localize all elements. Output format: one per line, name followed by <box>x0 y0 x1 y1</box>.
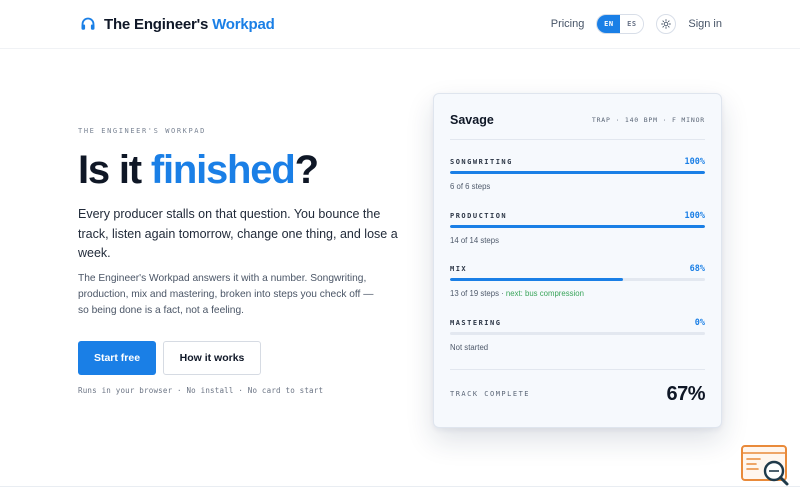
language-toggle: EN ES <box>596 14 645 34</box>
hero-title-suffix: ? <box>294 148 319 192</box>
section-steps: Not started <box>450 343 705 352</box>
search-code-icon <box>741 445 789 486</box>
section-label: MIX <box>450 265 468 273</box>
signin-link[interactable]: Sign in <box>688 18 722 30</box>
theme-toggle-button[interactable] <box>656 14 677 34</box>
lang-en-button[interactable]: EN <box>597 15 621 33</box>
brand-name: The Engineer's Workpad <box>104 16 275 33</box>
page-divider <box>0 486 800 487</box>
track-progress-card: Savage TRAP · 140 BPM · F MINOR SONGWRIT… <box>433 93 722 428</box>
hero-title-accent: finished <box>150 148 296 192</box>
header-nav: Pricing EN ES Sign in <box>551 14 722 34</box>
pricing-link[interactable]: Pricing <box>551 18 585 30</box>
track-meta: TRAP · 140 BPM · F MINOR <box>591 116 705 124</box>
start-free-button[interactable]: Start free <box>78 341 156 375</box>
card-divider <box>450 369 705 370</box>
progress-bar <box>450 278 705 281</box>
section-steps: 13 of 19 steps · next: bus compression <box>450 289 705 298</box>
section-percent: 0% <box>694 318 705 328</box>
hero-lead: Every producer stalls on that question. … <box>78 207 398 260</box>
lang-es-button[interactable]: ES <box>620 15 644 33</box>
track-total: TRACK COMPLETE 67% <box>450 382 705 406</box>
hero-eyebrow: THE ENGINEER'S WORKPAD <box>78 127 206 135</box>
total-label: TRACK COMPLETE <box>450 390 531 398</box>
header-divider <box>0 48 800 49</box>
progress-bar <box>450 225 705 228</box>
section-mix: MIX 68% 13 of 19 steps · next: bus compr… <box>450 263 705 307</box>
hero-fineprint: Runs in your browser · No install · No c… <box>78 386 324 395</box>
section-label: SONGWRITING <box>450 158 513 166</box>
section-label: PRODUCTION <box>450 212 508 220</box>
hero-title: Is it finished? <box>78 146 319 194</box>
section-label: MASTERING <box>450 319 502 327</box>
section-steps: 6 of 6 steps <box>450 182 705 191</box>
brand-name-accent: Workpad <box>212 15 275 33</box>
progress-bar <box>450 332 705 335</box>
site-header: The Engineer's Workpad Pricing EN ES Sig… <box>0 0 800 48</box>
section-steps-text: 13 of 19 steps · <box>450 289 506 298</box>
card-header: Savage TRAP · 140 BPM · F MINOR <box>450 108 705 132</box>
section-mastering: MASTERING 0% Not started <box>450 317 705 361</box>
section-percent: 100% <box>684 157 705 167</box>
brand-link[interactable]: The Engineer's Workpad <box>80 14 275 34</box>
progress-bar <box>450 171 705 174</box>
brand-name-prefix: The Engineer's <box>104 15 209 33</box>
progress-bar-fill <box>450 225 705 228</box>
section-steps-text: 6 of 6 steps <box>450 182 491 191</box>
section-steps-text: 14 of 14 steps <box>450 236 499 245</box>
headphones-icon <box>81 17 95 30</box>
section-production: PRODUCTION 100% 14 of 14 steps <box>450 210 705 254</box>
progress-bar-fill <box>450 278 624 281</box>
hero-subtext: The Engineer's Workpad answers it with a… <box>78 273 374 316</box>
section-percent: 68% <box>689 264 705 274</box>
section-percent: 100% <box>684 211 705 221</box>
how-it-works-button[interactable]: How it works <box>163 341 261 375</box>
total-percent: 67% <box>666 382 705 405</box>
progress-bar-fill <box>450 171 705 174</box>
sun-icon <box>661 19 672 29</box>
track-title: Savage <box>450 113 494 127</box>
section-songwriting: SONGWRITING 100% 6 of 6 steps <box>450 156 705 200</box>
section-steps-text: Not started <box>450 343 489 352</box>
card-divider <box>450 139 705 140</box>
section-steps: 14 of 14 steps <box>450 236 705 245</box>
hero-title-prefix: Is it <box>78 148 151 192</box>
help-widget-button[interactable] <box>740 444 792 488</box>
next-step-text: next: bus compression <box>505 289 584 298</box>
